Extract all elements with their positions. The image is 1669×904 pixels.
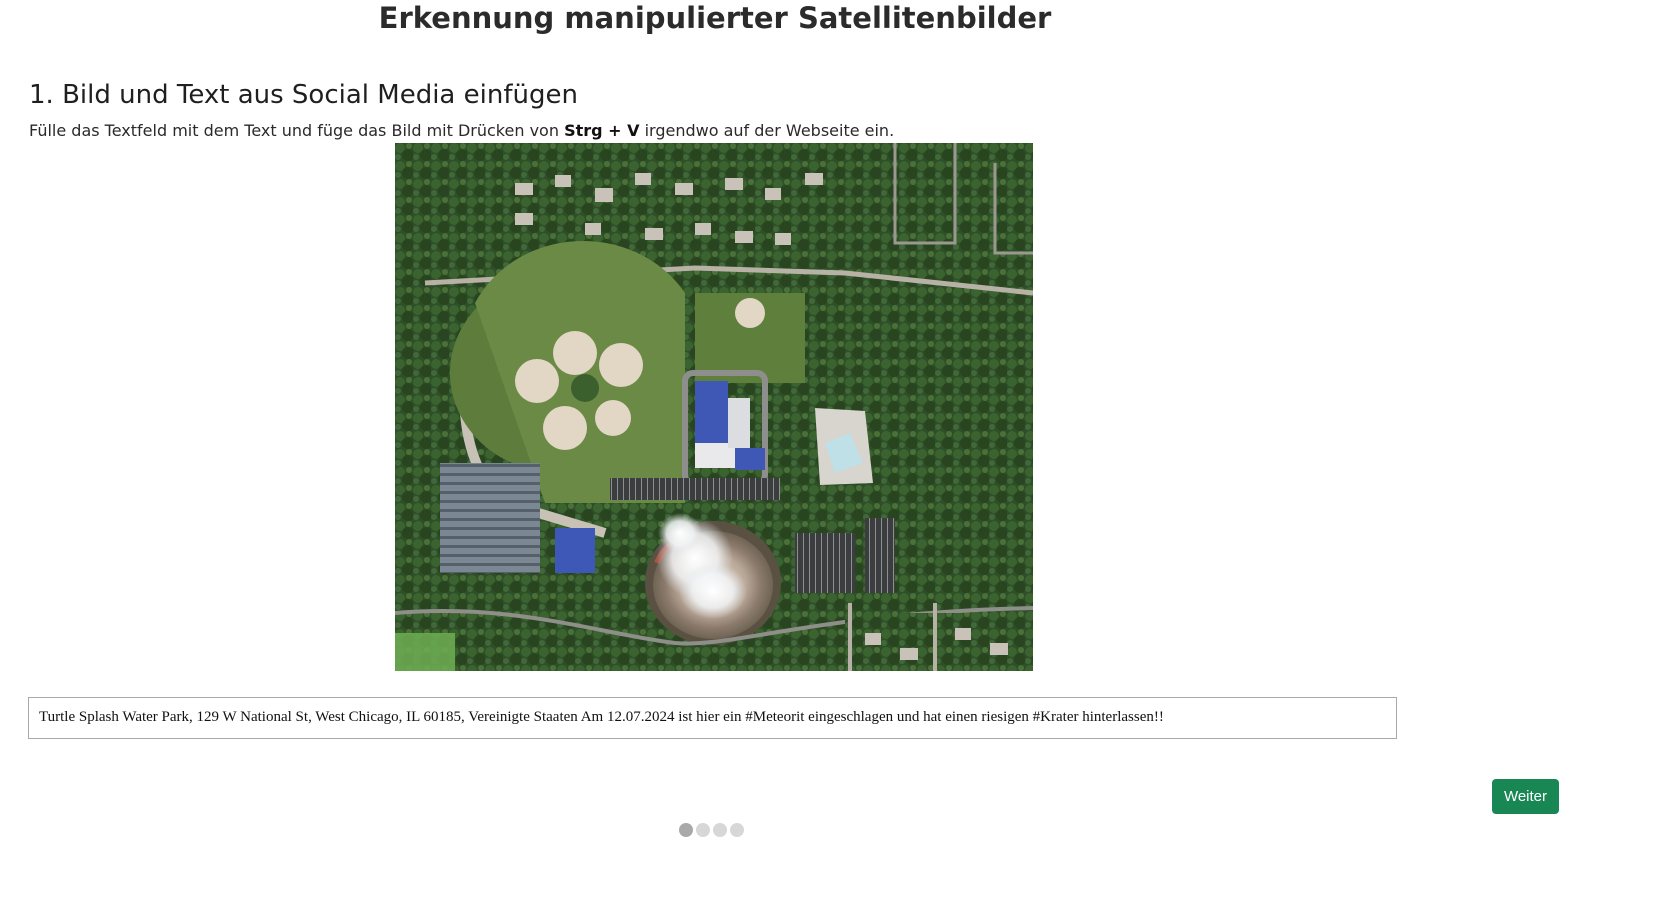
instruction-text-after: irgendwo auf der Webseite ein. (639, 121, 895, 140)
instruction-text-before: Fülle das Textfeld mit dem Text und füge… (29, 121, 565, 140)
step-heading: 1. Bild und Text aus Social Media einfüg… (29, 80, 578, 110)
next-button[interactable]: Weiter (1492, 779, 1559, 814)
instruction-text: Fülle das Textfeld mit dem Text und füge… (29, 120, 894, 142)
shortcut-key: Strg + V (564, 121, 640, 140)
satellite-image (395, 143, 1033, 671)
pager-dot-1[interactable] (679, 823, 693, 837)
page-title: Erkennung manipulierter Satellitenbilder (378, 1, 1052, 35)
step-pager (679, 823, 744, 837)
pager-dot-2[interactable] (696, 823, 710, 837)
post-text-field[interactable]: Turtle Splash Water Park, 129 W National… (28, 697, 1397, 739)
pager-dot-3[interactable] (713, 823, 727, 837)
pager-dot-4[interactable] (730, 823, 744, 837)
